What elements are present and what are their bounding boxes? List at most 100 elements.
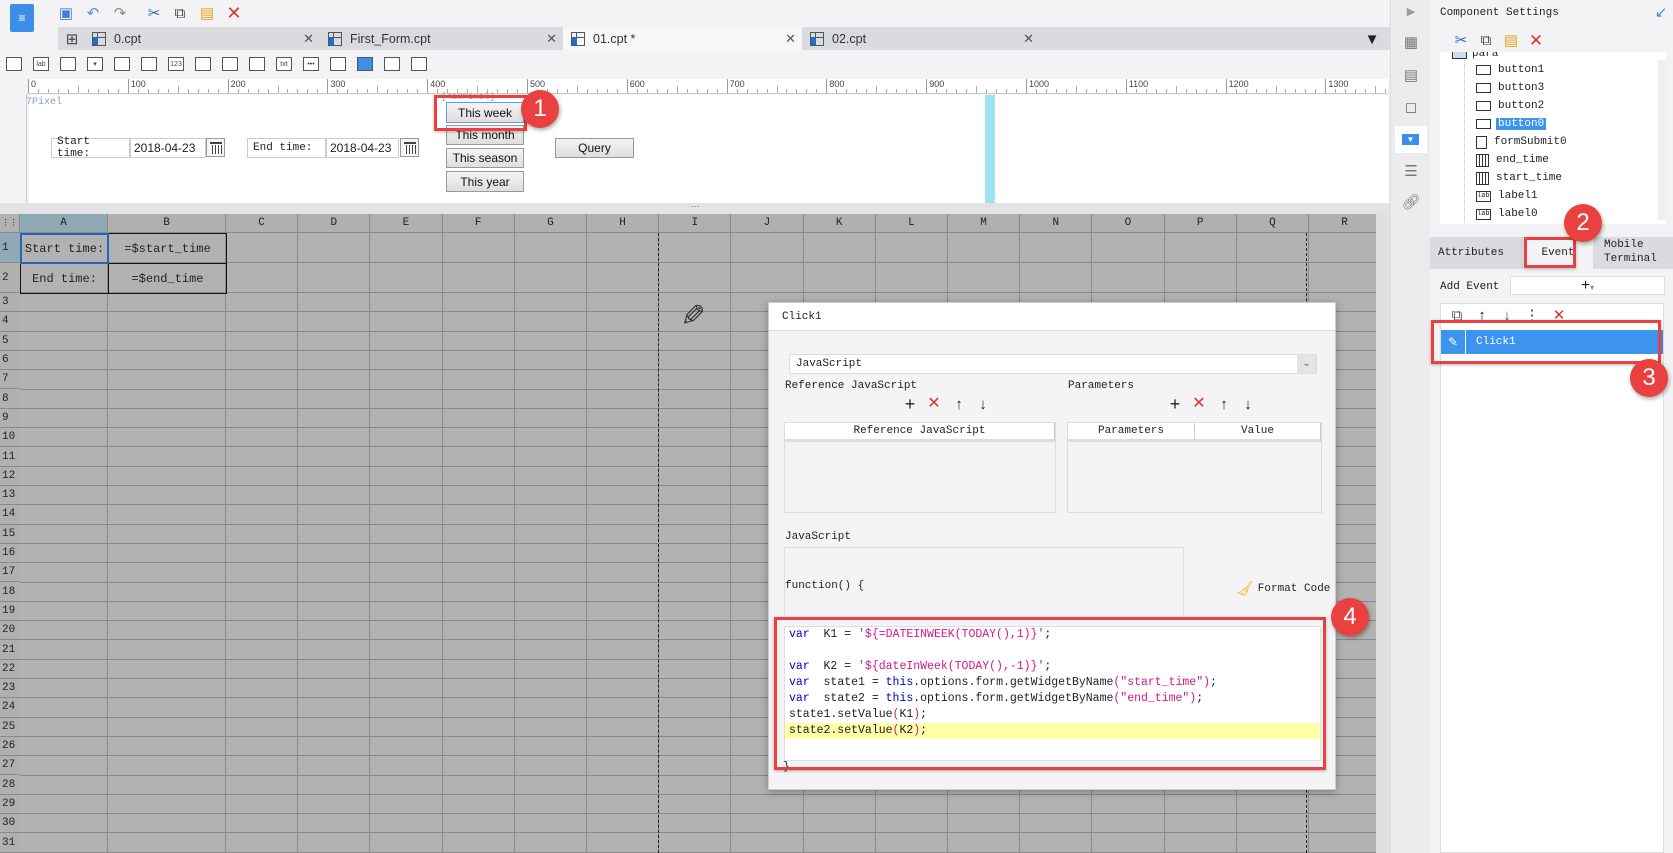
start-time-input[interactable]: 2018-04-23 bbox=[130, 138, 206, 158]
end-time-input[interactable]: 2018-04-23 bbox=[326, 138, 399, 158]
widget-tool-icon[interactable] bbox=[411, 57, 427, 71]
this-season-button[interactable]: This season bbox=[446, 148, 524, 168]
start-time-label[interactable]: Start time: bbox=[51, 136, 130, 160]
widget-tool-icon[interactable]: 123 bbox=[168, 57, 184, 71]
row-header-22[interactable]: 22 bbox=[0, 659, 20, 679]
row-header-2[interactable]: 2 bbox=[0, 263, 20, 293]
collapse-arrow-icon[interactable]: ▶ bbox=[1403, 4, 1419, 20]
undo-icon[interactable]: ↶ bbox=[84, 4, 102, 22]
calendar-icon[interactable] bbox=[400, 138, 419, 157]
paste-icon[interactable]: ▤ bbox=[1502, 31, 1520, 49]
widget-tool-icon[interactable] bbox=[114, 57, 130, 71]
row-header-28[interactable]: 28 bbox=[0, 775, 20, 795]
end-time-label[interactable]: End time: bbox=[247, 138, 326, 158]
vertical-scrollbar[interactable] bbox=[1376, 214, 1390, 853]
row-header-8[interactable]: 8 bbox=[0, 389, 20, 409]
dock-arrow-icon[interactable]: ↙ bbox=[1654, 5, 1668, 20]
row-header-25[interactable]: 25 bbox=[0, 717, 20, 737]
tab-01-cpt[interactable]: 01.cpt * ✕ bbox=[563, 27, 802, 50]
grid-layout-icon[interactable]: ▦ bbox=[1402, 33, 1420, 51]
column-header-R[interactable]: R bbox=[1309, 214, 1382, 233]
link-icon[interactable]: 🔗︎ bbox=[1401, 193, 1420, 211]
cut-icon[interactable]: ✂ bbox=[145, 4, 163, 22]
row-header-9[interactable]: 9 bbox=[0, 408, 20, 429]
row-header-14[interactable]: 14 bbox=[0, 505, 20, 525]
column-header-C[interactable]: C bbox=[226, 214, 299, 233]
widget-tool-icon[interactable]: txt bbox=[276, 57, 292, 71]
select-all-corner[interactable]: ⋮⋮ bbox=[0, 214, 20, 233]
tree-item-formSubmit0[interactable]: formSubmit0 bbox=[1476, 134, 1569, 150]
row-header-13[interactable]: 13 bbox=[0, 486, 20, 506]
column-header-Q[interactable]: Q bbox=[1236, 214, 1309, 233]
close-icon[interactable]: ✕ bbox=[1023, 31, 1034, 47]
tree-item-label1[interactable]: lab label1 bbox=[1476, 188, 1540, 204]
tree-scrollbar[interactable] bbox=[1658, 60, 1666, 220]
row-header-16[interactable]: 16 bbox=[0, 543, 20, 564]
query-button[interactable]: Query bbox=[555, 138, 634, 158]
script-type-select[interactable]: JavaScript ⌄ bbox=[789, 354, 1317, 374]
tree-item-button3[interactable]: button3 bbox=[1476, 80, 1546, 96]
tree-item-end_time[interactable]: end_time bbox=[1476, 152, 1551, 168]
row-header-7[interactable]: 7 bbox=[0, 370, 20, 390]
chevron-down-icon[interactable]: ⌄ bbox=[1297, 355, 1316, 373]
widget-tool-icon[interactable] bbox=[330, 57, 346, 71]
close-icon[interactable]: ✕ bbox=[785, 31, 796, 47]
format-code-button[interactable]: 🧹︎ Format Code bbox=[1236, 580, 1330, 597]
tab-attributes[interactable]: Attributes bbox=[1438, 247, 1504, 259]
reference-js-table[interactable]: Reference JavaScript bbox=[784, 422, 1056, 513]
row-header-18[interactable]: 18 bbox=[0, 582, 20, 602]
cell-A1[interactable]: Start time: bbox=[20, 233, 109, 264]
remove-param-icon[interactable]: ✕ bbox=[1192, 396, 1206, 412]
down-icon[interactable]: ↓ bbox=[976, 397, 990, 412]
column-header-P[interactable]: P bbox=[1164, 214, 1237, 233]
tab-0-cpt[interactable]: 0.cpt ✕ bbox=[84, 27, 320, 50]
paste-icon[interactable]: ▤ bbox=[198, 4, 216, 22]
row-header-10[interactable]: 10 bbox=[0, 428, 20, 448]
row-header-24[interactable]: 24 bbox=[0, 698, 20, 718]
widget-tool-icon[interactable] bbox=[6, 57, 22, 71]
row-header-11[interactable]: 11 bbox=[0, 447, 20, 467]
cut-icon[interactable]: ✂ bbox=[1452, 31, 1470, 49]
tree-item-button0[interactable]: button0 bbox=[1476, 116, 1547, 132]
column-header-M[interactable]: M bbox=[948, 214, 1021, 233]
tab-02-cpt[interactable]: 02.cpt ✕ bbox=[802, 27, 1040, 50]
column-header-A[interactable]: A bbox=[20, 214, 108, 233]
row-header-26[interactable]: 26 bbox=[0, 736, 20, 757]
param-down-icon[interactable]: ↓ bbox=[1241, 397, 1255, 412]
widget-tool-icon[interactable]: ••• bbox=[303, 57, 319, 71]
widget-tool-icon[interactable] bbox=[141, 57, 157, 71]
column-header-N[interactable]: N bbox=[1020, 214, 1093, 233]
widget-settings-tab[interactable]: ▼ bbox=[1395, 126, 1427, 153]
tab-first-form[interactable]: First_Form.cpt ✕ bbox=[320, 27, 563, 50]
row-header-31[interactable]: 31 bbox=[0, 833, 20, 853]
row-header-21[interactable]: 21 bbox=[0, 640, 20, 660]
column-header-D[interactable]: D bbox=[298, 214, 371, 233]
row-header-3[interactable]: 3 bbox=[0, 293, 20, 313]
frame-icon[interactable]: ◻ bbox=[1402, 98, 1420, 116]
layer-icon[interactable]: ☰ bbox=[1402, 162, 1420, 180]
close-icon[interactable]: ✕ bbox=[546, 31, 557, 47]
column-header-B[interactable]: B bbox=[108, 214, 226, 233]
row-header-5[interactable]: 5 bbox=[0, 331, 20, 351]
column-header-F[interactable]: F bbox=[442, 214, 515, 233]
add-param-icon[interactable]: + bbox=[1168, 395, 1182, 413]
up-icon[interactable]: ↑ bbox=[952, 397, 966, 412]
row-header-20[interactable]: 20 bbox=[0, 621, 20, 641]
tree-item-label0[interactable]: lab label0 bbox=[1476, 206, 1540, 222]
tree-root[interactable]: para bbox=[1452, 52, 1498, 62]
column-header-E[interactable]: E bbox=[370, 214, 443, 233]
tab-mobile-terminal[interactable]: Mobile Terminal bbox=[1604, 238, 1657, 266]
row-header-6[interactable]: 6 bbox=[0, 350, 20, 371]
copy-icon[interactable]: ⧉ bbox=[171, 4, 189, 22]
add-event-button[interactable]: +▾ bbox=[1510, 276, 1665, 295]
column-header-I[interactable]: I bbox=[659, 214, 732, 233]
column-header-J[interactable]: J bbox=[731, 214, 804, 233]
widget-tool-icon[interactable] bbox=[249, 57, 265, 71]
widget-tool-icon[interactable] bbox=[222, 57, 238, 71]
widget-tool-icon[interactable]: lab bbox=[33, 57, 49, 71]
redo-icon[interactable]: ↷ bbox=[111, 4, 129, 22]
widget-tool-icon[interactable] bbox=[384, 57, 400, 71]
cell-B1[interactable]: =$start_time bbox=[108, 233, 227, 264]
widget-tool-icon[interactable]: ▾ bbox=[87, 57, 103, 71]
column-header-K[interactable]: K bbox=[803, 214, 876, 233]
